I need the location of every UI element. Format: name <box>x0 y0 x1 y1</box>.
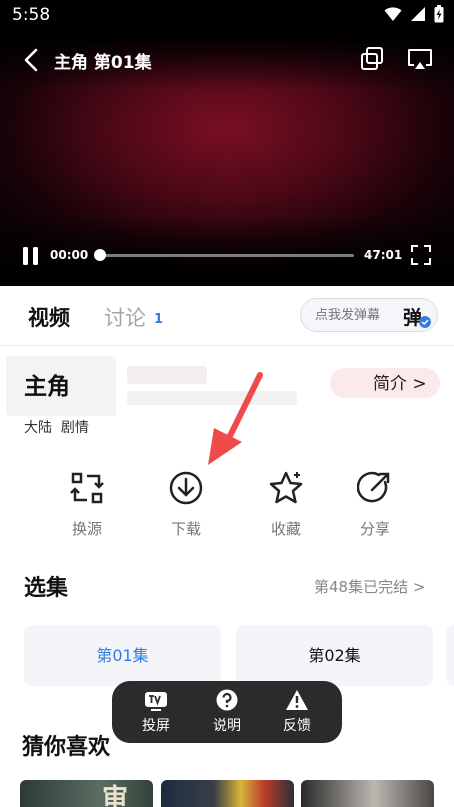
action-label: 收藏 <box>270 520 301 538</box>
star-icon <box>269 471 303 504</box>
poster[interactable] <box>301 780 434 807</box>
warning-icon <box>286 690 308 710</box>
pause-icon[interactable] <box>20 245 42 267</box>
favorite-button[interactable]: 收藏 <box>251 470 321 539</box>
video-player[interactable]: 5:58 主角 第01集 00:00 47:01 <box>0 0 454 286</box>
wifi-icon <box>384 7 402 21</box>
battery-charging-icon <box>434 5 444 23</box>
total-time: 47:01 <box>364 248 403 262</box>
action-label: 换源 <box>71 520 102 538</box>
share-button[interactable]: 分享 <box>340 470 410 539</box>
tab-discuss[interactable]: 讨论 <box>104 302 146 332</box>
signal-icon <box>411 7 425 21</box>
screen: 5:58 主角 第01集 00:00 47:01 视频 讨论 1 弹 主角 简介… <box>0 0 454 807</box>
float-label: 投屏 <box>142 718 170 734</box>
danmu-check-icon <box>419 316 431 328</box>
floating-toolbar: 投屏 说明 反馈 <box>112 681 342 743</box>
cast-screen-icon[interactable] <box>405 45 435 73</box>
float-label: 说明 <box>213 718 241 734</box>
help-icon <box>216 689 238 711</box>
recommend-title: 猜你喜欢 <box>22 735 111 760</box>
switch-source-icon <box>70 472 104 504</box>
show-title: 主角 <box>24 374 70 400</box>
cast-button[interactable]: 投屏 <box>126 689 186 735</box>
tabs-divider <box>0 345 454 346</box>
danmu-input[interactable] <box>315 307 405 322</box>
danmu-toggle-icon[interactable]: 弹 <box>403 303 422 330</box>
progress-knob[interactable] <box>94 249 106 261</box>
current-time: 00:00 <box>50 248 89 262</box>
action-label: 下载 <box>170 520 201 538</box>
intro-link[interactable]: 简介 > <box>373 369 427 394</box>
show-tags: 大陆 剧情 <box>24 420 89 436</box>
back-icon[interactable] <box>18 45 46 75</box>
danmu-box[interactable]: 弹 <box>300 298 438 332</box>
poster[interactable]: 审 <box>20 780 153 807</box>
download-icon <box>169 471 203 505</box>
fullscreen-icon[interactable] <box>410 244 432 266</box>
episode-card[interactable]: 第02集 <box>236 625 433 686</box>
feedback-button[interactable]: 反馈 <box>267 689 327 735</box>
float-label: 反馈 <box>283 718 311 734</box>
episode-card[interactable]: 第01集 <box>24 625 221 686</box>
share-icon <box>357 471 390 503</box>
status-icons <box>384 5 444 23</box>
pip-icon[interactable] <box>358 45 386 73</box>
discuss-count-badge: 1 <box>154 312 164 327</box>
arrow-pointer-icon <box>208 372 263 465</box>
video-title: 主角 第01集 <box>54 53 152 73</box>
poster-title: 审 <box>102 784 129 807</box>
action-label: 分享 <box>359 520 390 538</box>
download-button[interactable]: 下载 <box>151 470 221 539</box>
tab-video[interactable]: 视频 <box>28 302 70 332</box>
episodes-status-link[interactable]: 第48集已完结 > <box>314 576 425 597</box>
progress-track[interactable] <box>100 254 354 257</box>
status-time: 5:58 <box>12 5 51 25</box>
help-button[interactable]: 说明 <box>197 689 257 735</box>
poster[interactable] <box>161 780 294 807</box>
episodes-title: 选集 <box>24 576 69 601</box>
tv-icon <box>145 692 167 711</box>
episode-card[interactable] <box>446 625 454 686</box>
switch-source-button[interactable]: 换源 <box>52 470 122 539</box>
